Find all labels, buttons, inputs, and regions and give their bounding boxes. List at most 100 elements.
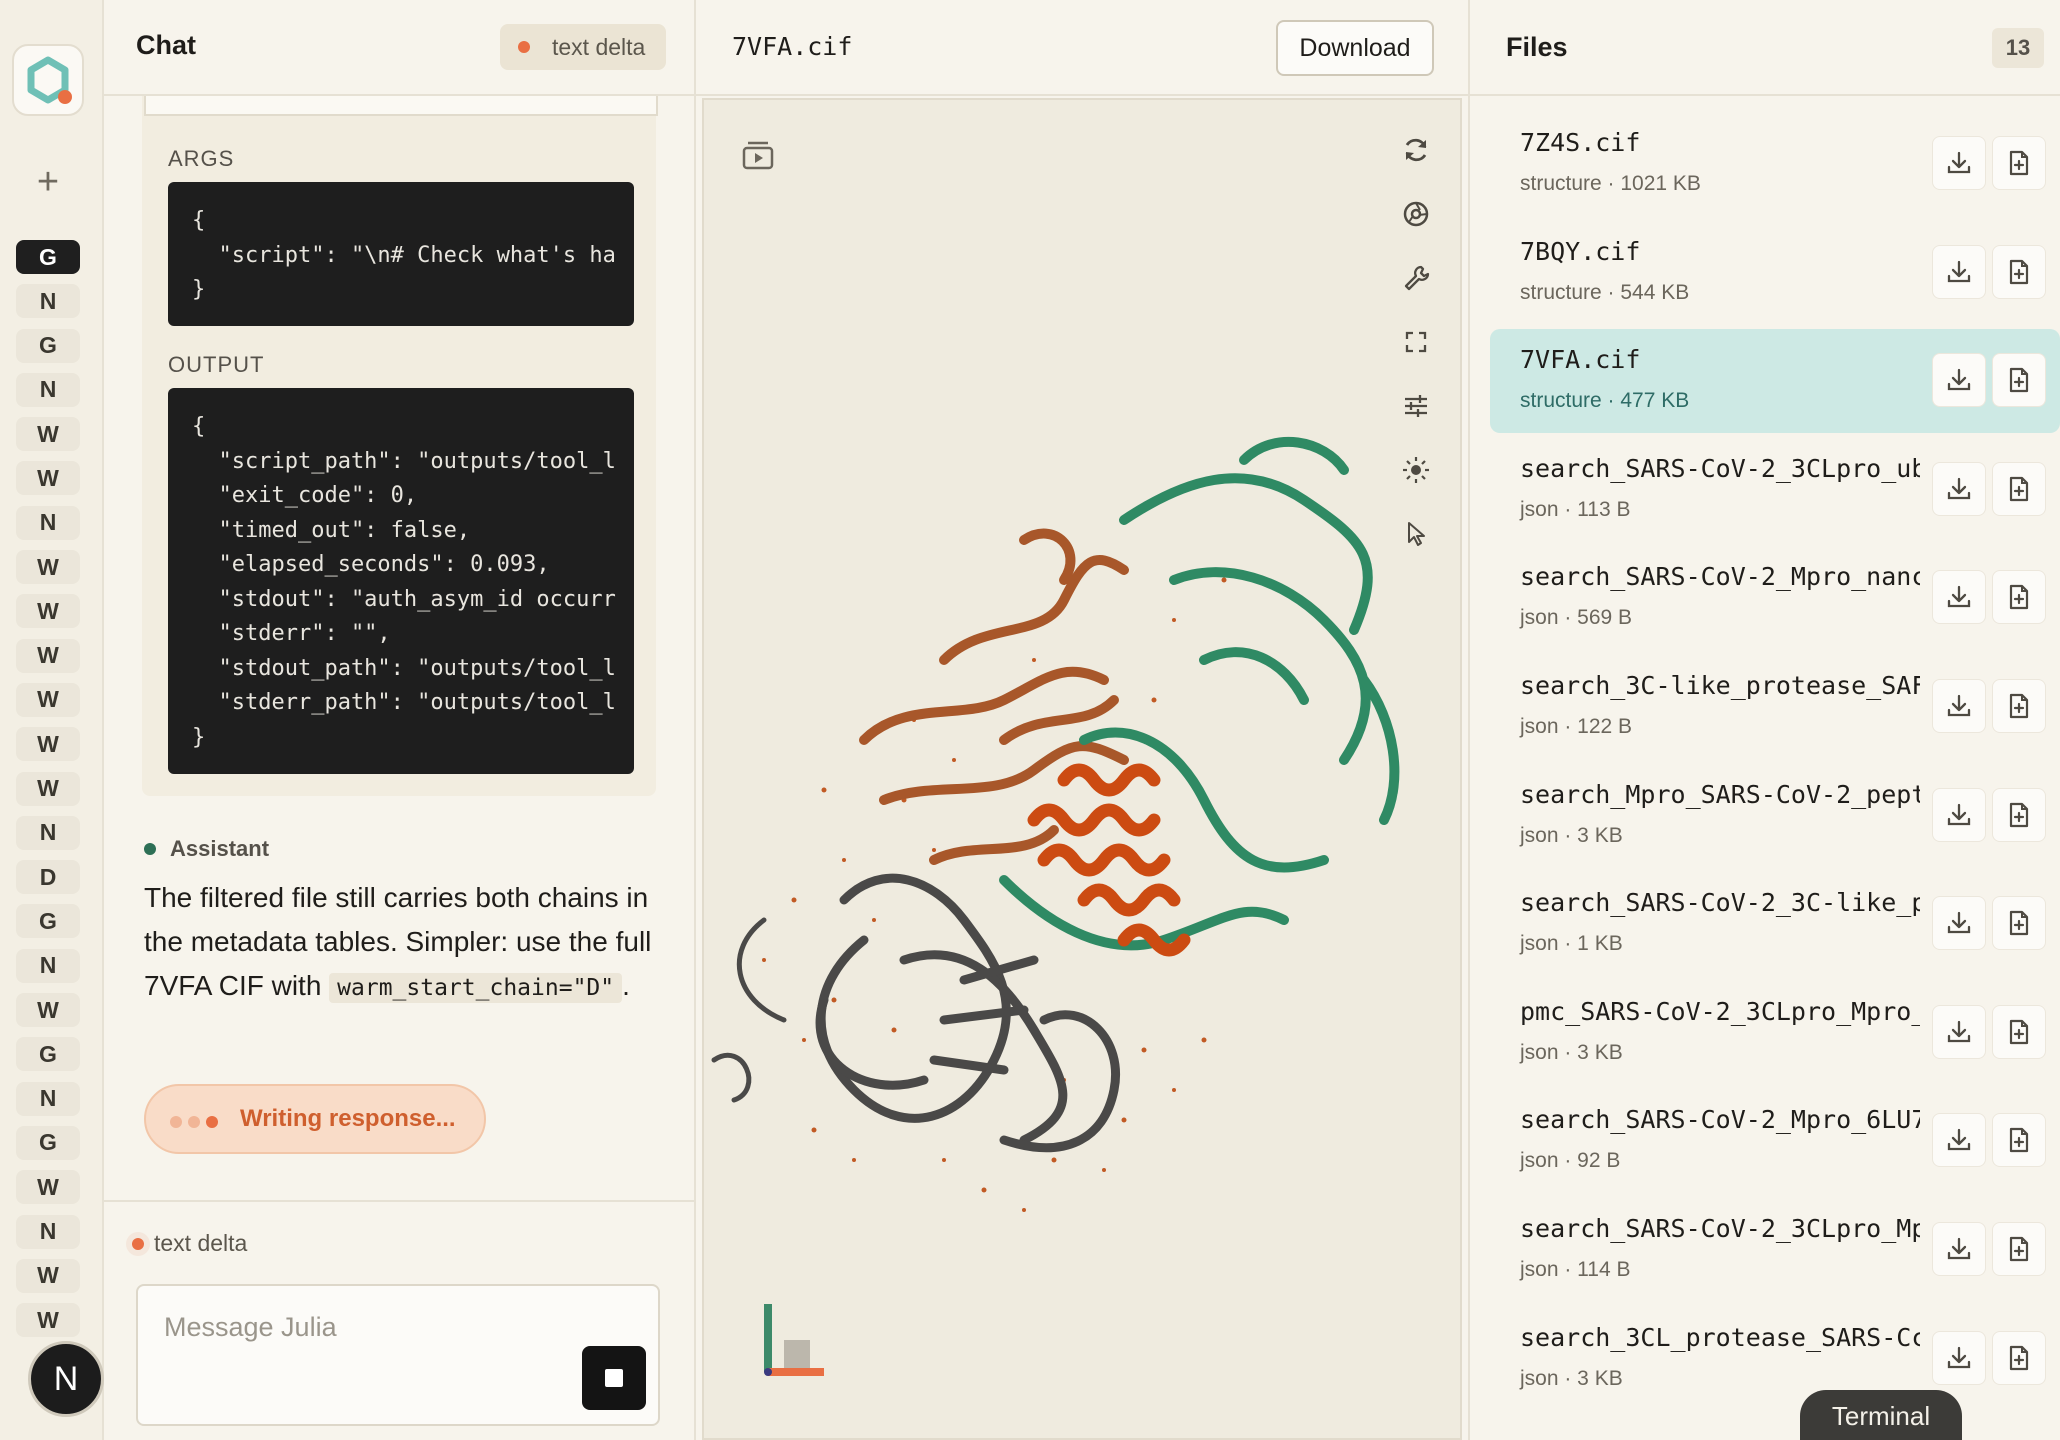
assistant-inline-code: warm_start_chain="D" (329, 973, 623, 1003)
download-button[interactable]: Download (1276, 20, 1434, 76)
file-add-to-context-button[interactable] (1992, 570, 2046, 625)
file-name: 7BQY.cif (1520, 236, 1641, 266)
composer-status-label: text delta (154, 1230, 248, 1256)
file-download-button[interactable] (1932, 787, 1986, 842)
workspace-item[interactable]: W (16, 550, 80, 585)
workspace-item[interactable]: G (16, 904, 80, 939)
file-download-button[interactable] (1932, 1330, 1986, 1385)
file-row[interactable]: search_3CL_protease_SARS-Cc json · 3 KB (1490, 1307, 2060, 1411)
workspace-item[interactable]: W (16, 993, 80, 1028)
workspace-item[interactable]: W (16, 1258, 80, 1293)
assistant-label-text: Assistant (170, 836, 270, 861)
file-download-button[interactable] (1932, 570, 1986, 625)
args-code-block: { "script": "\n# Check what's ha } (168, 182, 634, 326)
file-row[interactable]: search_Mpro_SARS-CoV-2_pept json · 3 KB (1490, 764, 2060, 868)
message-input[interactable] (164, 1312, 564, 1343)
workspace-item[interactable]: W (16, 417, 80, 452)
file-download-button[interactable] (1932, 353, 1986, 408)
stop-icon (605, 1369, 623, 1387)
file-add-to-context-button[interactable] (1992, 1113, 2046, 1168)
file-add-to-context-button[interactable] (1992, 787, 2046, 842)
app-logo[interactable] (12, 44, 84, 116)
workspace-item[interactable]: G (16, 1125, 80, 1160)
file-row[interactable]: 7VFA.cif structure · 477 KB (1490, 329, 2060, 434)
file-row[interactable]: 7BQY.cif structure · 544 KB (1490, 221, 2060, 325)
assistant-message-suffix: . (622, 970, 630, 1001)
user-avatar[interactable]: N (28, 1341, 104, 1417)
file-add-to-context-button[interactable] (1992, 1004, 2046, 1059)
file-plus-icon (2005, 909, 2033, 937)
file-download-button[interactable] (1932, 244, 1986, 299)
workspace-item[interactable]: N (16, 1081, 80, 1116)
file-meta: structure · 477 KB (1520, 389, 1690, 413)
file-download-button[interactable] (1932, 461, 1986, 516)
workspace-item[interactable]: G (16, 1037, 80, 1072)
composer-status: text delta (132, 1230, 247, 1257)
file-plus-icon (2005, 801, 2033, 829)
file-plus-icon (2005, 1126, 2033, 1154)
file-row[interactable]: pmc_SARS-CoV-2_3CLpro_Mpro_ json · 3 KB (1490, 981, 2060, 1085)
workspace-item[interactable]: G (16, 328, 80, 363)
file-download-button[interactable] (1932, 1004, 1986, 1059)
file-download-button[interactable] (1932, 1222, 1986, 1276)
file-plus-icon (2005, 583, 2033, 611)
status-badge-label: text delta (552, 33, 646, 60)
file-meta: json · 569 B (1520, 606, 1633, 630)
file-add-to-context-button[interactable] (1992, 1330, 2046, 1385)
file-add-to-context-button[interactable] (1992, 353, 2046, 408)
workspace-item[interactable]: W (16, 1170, 80, 1205)
workspace-item[interactable]: W (16, 771, 80, 806)
workspace-item[interactable]: G (16, 240, 80, 274)
writing-response-label: Writing response... (240, 1105, 456, 1132)
stop-generation-button[interactable] (582, 1346, 646, 1410)
download-icon (1945, 1344, 1973, 1372)
workspace-item[interactable]: W (16, 727, 80, 762)
file-add-to-context-button[interactable] (1992, 679, 2046, 733)
file-meta: json · 92 B (1520, 1149, 1621, 1173)
workspace-item[interactable]: W (16, 594, 80, 629)
tool-card-top-edge (144, 96, 658, 116)
file-plus-icon (2005, 1018, 2033, 1046)
file-add-to-context-button[interactable] (1992, 244, 2046, 299)
file-download-button[interactable] (1932, 136, 1986, 190)
workspace-item[interactable]: W (16, 461, 80, 496)
workspace-item[interactable]: W (16, 1303, 80, 1338)
file-download-button[interactable] (1932, 896, 1986, 951)
file-plus-icon (2005, 366, 2033, 394)
file-add-to-context-button[interactable] (1992, 461, 2046, 516)
workspace-item[interactable]: N (16, 948, 80, 983)
file-download-button[interactable] (1932, 1113, 1986, 1168)
download-icon (1945, 475, 1973, 503)
workspace-item[interactable]: N (16, 1214, 80, 1249)
workspace-item[interactable]: D (16, 860, 80, 895)
file-row[interactable]: search_SARS-CoV-2_3C-like_p json · 1 KB (1490, 872, 2060, 976)
assistant-message: The filtered file still carries both cha… (144, 876, 664, 1010)
workspace-item[interactable]: N (16, 815, 80, 850)
molecule-3d-canvas[interactable] (702, 98, 1462, 1440)
file-row[interactable]: search_SARS-CoV-2_3CLpro_ub json · 113 B (1490, 438, 2060, 542)
workspace-item[interactable]: N (16, 505, 80, 540)
file-row[interactable]: 7Z4S.cif structure · 1021 KB (1490, 112, 2060, 216)
args-label: ARGS (168, 146, 235, 171)
app-window: + GNGNWWNWWWWWWNDGNWGNGWNWW N Chat text … (0, 0, 2060, 1440)
file-name: search_SARS-CoV-2_Mpro_6LU7 (1520, 1105, 1920, 1135)
file-row[interactable]: search_3C-like_protease_SAF json · 122 B (1490, 655, 2060, 759)
workspace-item[interactable]: N (16, 372, 80, 407)
workspace-item[interactable]: W (16, 682, 80, 717)
file-download-button[interactable] (1932, 679, 1986, 733)
file-row[interactable]: search_SARS-CoV-2_Mpro_6LU7json · 92 B (1490, 1089, 2060, 1193)
workspace-item[interactable]: N (16, 284, 80, 319)
new-workspace-plus-icon[interactable]: + (28, 162, 68, 202)
file-add-to-context-button[interactable] (1992, 896, 2046, 951)
file-row[interactable]: search_SARS-CoV-2_3CLpro_Mp json · 114 B (1490, 1198, 2060, 1302)
output-code-block: { "script_path": "outputs/tool_l "exit_c… (168, 388, 634, 774)
terminal-button[interactable]: Terminal (1800, 1390, 1962, 1440)
file-add-to-context-button[interactable] (1992, 1222, 2046, 1276)
file-add-to-context-button[interactable] (1992, 136, 2046, 190)
download-icon (1945, 258, 1973, 286)
file-name: search_SARS-CoV-2_3CLpro_Mp (1520, 1214, 1920, 1243)
file-row[interactable]: search_SARS-CoV-2_Mpro_nancjson · 569 B (1490, 546, 2060, 650)
file-plus-icon (2005, 692, 2033, 720)
workspace-item[interactable]: W (16, 638, 80, 673)
file-name: search_SARS-CoV-2_Mpro_nanc (1520, 562, 1920, 592)
